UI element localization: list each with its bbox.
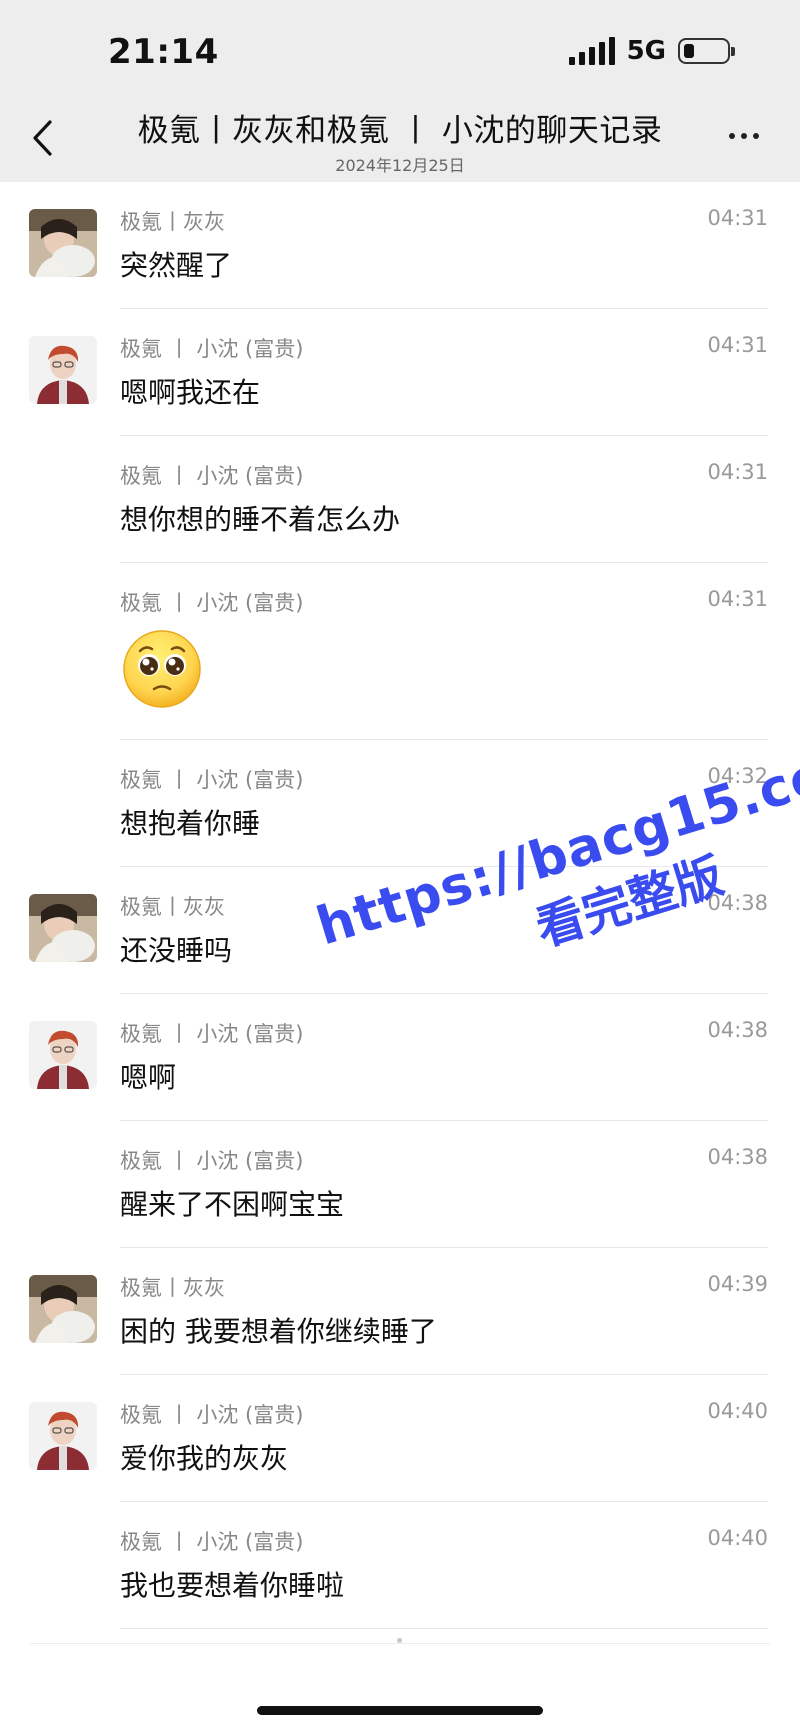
list-end-divider (30, 1643, 770, 1644)
pleading-face-emoji (120, 627, 204, 711)
message-time: 04:32 (707, 764, 768, 788)
message-row[interactable]: 极氪 丨 小沈 (富贵) 04:38 醒来了不困啊宝宝 (0, 1121, 800, 1248)
message-text: 嗯啊我还在 (120, 376, 261, 409)
message-text: 困的 我要想着你继续睡了 (120, 1315, 437, 1348)
network-type: 5G (626, 36, 666, 66)
home-indicator[interactable] (257, 1706, 543, 1715)
message-row[interactable]: 极氪 丨 小沈 (富贵) 04:31 嗯啊我还在 (0, 309, 800, 436)
message-text: 突然醒了 (120, 249, 233, 282)
sender-name: 极氪丨灰灰 (120, 895, 225, 919)
top-header: 21:14 5G 极氪丨灰灰和极氪 丨 小沈的聊天记录 2024年12月25日 (0, 0, 800, 182)
message-row[interactable]: 极氪 丨 小沈 (富贵) 04:40 我也要想着你睡啦 (0, 1502, 800, 1629)
sender-name: 极氪 丨 小沈 (富贵) (120, 1403, 304, 1427)
message-row[interactable]: 极氪 丨 小沈 (富贵) 04:40 爱你我的灰灰 (0, 1375, 800, 1502)
message-time: 04:38 (707, 1145, 768, 1169)
message-text: 想你想的睡不着怎么办 (120, 503, 401, 536)
list-end-dot (397, 1638, 402, 1643)
sender-name: 极氪 丨 小沈 (富贵) (120, 337, 304, 361)
sender-name: 极氪丨灰灰 (120, 1276, 225, 1300)
message-text: 想抱着你睡 (120, 807, 261, 840)
message-text: 爱你我的灰灰 (120, 1442, 289, 1475)
battery-fill (684, 44, 694, 58)
sender-name: 极氪丨灰灰 (120, 210, 225, 234)
message-row[interactable]: 极氪 丨 小沈 (富贵) 04:31 (0, 563, 800, 740)
message-time: 04:38 (707, 1018, 768, 1042)
avatar-xiaoshen[interactable] (29, 1402, 97, 1470)
avatar-huihui[interactable] (29, 209, 97, 277)
message-time: 04:31 (707, 206, 768, 230)
message-time: 04:40 (707, 1399, 768, 1423)
back-button[interactable] (22, 112, 62, 164)
sender-name: 极氪 丨 小沈 (富贵) (120, 591, 304, 615)
message-row[interactable]: 极氪 丨 小沈 (富贵) 04:38 嗯啊 (0, 994, 800, 1121)
avatar-xiaoshen[interactable] (29, 336, 97, 404)
signal-icon (568, 37, 615, 65)
chat-date: 2024年12月25日 (335, 156, 465, 175)
message-time: 04:38 (707, 891, 768, 915)
message-time: 04:40 (707, 1526, 768, 1550)
message-row[interactable]: 极氪丨灰灰 04:39 困的 我要想着你继续睡了 (0, 1248, 800, 1375)
message-time: 04:31 (707, 460, 768, 484)
message-text: 嗯啊 (120, 1061, 177, 1094)
message-text: 我也要想着你睡啦 (120, 1569, 345, 1602)
battery-icon (678, 38, 735, 64)
chat-title-block: 极氪丨灰灰和极氪 丨 小沈的聊天记录 2024年12月25日 (95, 105, 705, 176)
message-text: 醒来了不困啊宝宝 (120, 1188, 345, 1221)
sender-name: 极氪 丨 小沈 (富贵) (120, 464, 304, 488)
status-time: 21:14 (108, 32, 219, 72)
message-row[interactable]: 极氪丨灰灰 04:38 还没睡吗 (0, 867, 800, 994)
sender-name: 极氪 丨 小沈 (富贵) (120, 1022, 304, 1046)
avatar-huihui[interactable] (29, 1275, 97, 1343)
avatar-huihui[interactable] (29, 894, 97, 962)
more-button[interactable] (724, 124, 764, 148)
message-text: 还没睡吗 (120, 934, 233, 967)
message-time: 04:39 (707, 1272, 768, 1296)
chevron-left-icon (33, 120, 52, 156)
message-row[interactable]: 极氪 丨 小沈 (富贵) 04:31 想你想的睡不着怎么办 (0, 436, 800, 563)
message-divider (120, 1628, 768, 1629)
sender-name: 极氪 丨 小沈 (富贵) (120, 768, 304, 792)
message-time: 04:31 (707, 587, 768, 611)
message-row[interactable]: 极氪丨灰灰 04:31 突然醒了 (0, 182, 800, 309)
message-row[interactable]: 极氪 丨 小沈 (富贵) 04:32 想抱着你睡 (0, 740, 800, 867)
status-icons: 5G (568, 36, 735, 66)
page-title: 极氪丨灰灰和极氪 丨 小沈的聊天记录 (137, 113, 663, 149)
sender-name: 极氪 丨 小沈 (富贵) (120, 1149, 304, 1173)
more-dots-icon (729, 133, 735, 139)
message-time: 04:31 (707, 333, 768, 357)
sender-name: 极氪 丨 小沈 (富贵) (120, 1530, 304, 1554)
avatar-xiaoshen[interactable] (29, 1021, 97, 1089)
